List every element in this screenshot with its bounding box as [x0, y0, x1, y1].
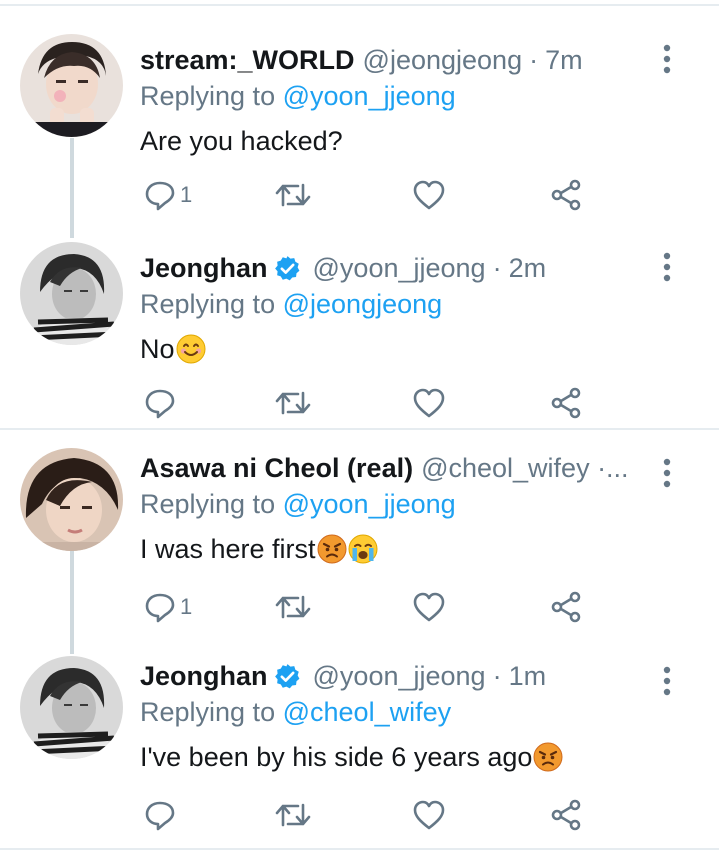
reply-button[interactable]	[144, 383, 180, 423]
share-icon	[551, 179, 581, 211]
retweet-icon	[275, 183, 311, 207]
reply-icon	[145, 389, 175, 419]
tweet[interactable]: Jeonghan @yoon_jjeong · 1m Replying to @…	[0, 650, 719, 858]
angry-face-emoji-icon	[533, 742, 563, 772]
reply-icon	[145, 181, 175, 211]
like-button[interactable]	[412, 175, 446, 215]
avatar[interactable]	[20, 656, 123, 759]
share-icon	[551, 387, 581, 419]
reply-button[interactable]: 1	[144, 175, 192, 215]
display-name[interactable]: Jeonghan	[140, 661, 268, 692]
user-handle[interactable]: @yoon_jjeong	[313, 661, 486, 692]
replying-to-label: Replying to	[140, 489, 276, 519]
mention-link[interactable]: @yoon_jjeong	[283, 489, 456, 519]
like-icon	[413, 388, 445, 418]
share-button[interactable]	[550, 587, 582, 627]
reply-count: 1	[180, 182, 193, 207]
tweet-text: I've been by his side 6 years ago	[140, 739, 655, 775]
replying-to: Replying to @yoon_jjeong	[140, 78, 655, 114]
like-icon	[413, 180, 445, 210]
tweet-header: Jeonghan @yoon_jjeong · 1m	[140, 658, 655, 694]
avatar[interactable]	[20, 34, 123, 137]
retweet-icon	[275, 803, 311, 827]
user-handle[interactable]: @jeongjeong	[363, 45, 523, 76]
like-icon	[413, 592, 445, 622]
share-icon	[551, 799, 581, 831]
retweet-button[interactable]	[274, 175, 312, 215]
replying-to-label: Replying to	[140, 697, 276, 727]
share-button[interactable]	[550, 795, 582, 835]
tweet-header: stream:_WORLD @jeongjeong · 7m	[140, 42, 655, 78]
tweet-text: I was here first	[140, 531, 655, 567]
like-icon	[413, 800, 445, 830]
separator-dot: ·	[492, 252, 502, 283]
separator-dot: ·	[529, 44, 539, 75]
replying-to: Replying to @jeongjeong	[140, 286, 655, 322]
more-icon[interactable]	[655, 252, 679, 282]
retweet-icon	[275, 595, 311, 619]
tweet-text: Are you hacked?	[140, 123, 655, 159]
replying-to-label: Replying to	[140, 289, 276, 319]
angry-face-emoji-icon	[317, 534, 347, 564]
tweet-header: Asawa ni Cheol (real) @cheol_wifey ·...	[140, 450, 655, 486]
retweet-icon	[275, 391, 311, 415]
like-button[interactable]	[412, 383, 446, 423]
bottom-divider	[0, 848, 719, 850]
timestamp[interactable]: 1m	[509, 661, 547, 692]
mention-link[interactable]: @jeongjeong	[283, 289, 443, 319]
verified-badge-icon	[274, 663, 299, 688]
tweet-body: I was here first	[140, 534, 316, 564]
timestamp[interactable]: 7m	[545, 45, 583, 76]
tweet-body: No	[140, 334, 175, 364]
display-name[interactable]: Jeonghan	[140, 253, 268, 284]
tweet[interactable]: Asawa ni Cheol (real) @cheol_wifey ·... …	[0, 442, 719, 650]
retweet-button[interactable]	[274, 383, 312, 423]
tweet-text: No	[140, 331, 655, 367]
more-icon[interactable]	[655, 458, 679, 488]
reply-count: 1	[180, 594, 193, 619]
thread-1: stream:_WORLD @jeongjeong · 7m Replying …	[0, 6, 719, 428]
replying-to-label: Replying to	[140, 81, 276, 111]
avatar[interactable]	[20, 242, 123, 345]
separator-dot: ·	[492, 660, 502, 691]
display-name[interactable]: Asawa ni Cheol (real)	[140, 453, 413, 484]
display-name[interactable]: stream:_WORLD	[140, 45, 355, 76]
verified-badge-icon	[274, 255, 299, 280]
tweet-header: Jeonghan @yoon_jjeong · 2m	[140, 250, 655, 286]
share-button[interactable]	[550, 175, 582, 215]
tweet[interactable]: Jeonghan @yoon_jjeong · 2m Replying to @…	[0, 238, 719, 446]
user-handle[interactable]: @cheol_wifey ·...	[421, 453, 628, 484]
tweet-body: I've been by his side 6 years ago	[140, 742, 533, 772]
thread-2: Asawa ni Cheol (real) @cheol_wifey ·... …	[0, 430, 719, 848]
smiling-face-emoji-icon	[176, 334, 206, 364]
avatar[interactable]	[20, 448, 123, 551]
retweet-button[interactable]	[274, 795, 312, 835]
retweet-button[interactable]	[274, 587, 312, 627]
more-icon[interactable]	[655, 44, 679, 74]
mention-link[interactable]: @cheol_wifey	[283, 697, 452, 727]
crying-face-emoji-icon	[348, 534, 378, 564]
share-button[interactable]	[550, 383, 582, 423]
share-icon	[551, 591, 581, 623]
reply-icon	[145, 593, 175, 623]
replying-to: Replying to @cheol_wifey	[140, 694, 655, 730]
reply-icon	[145, 801, 175, 831]
more-icon[interactable]	[655, 666, 679, 696]
like-button[interactable]	[412, 587, 446, 627]
tweet[interactable]: stream:_WORLD @jeongjeong · 7m Replying …	[0, 30, 719, 238]
reply-button[interactable]	[144, 795, 180, 835]
mention-link[interactable]: @yoon_jjeong	[283, 81, 456, 111]
user-handle[interactable]: @yoon_jjeong	[313, 253, 486, 284]
like-button[interactable]	[412, 795, 446, 835]
timestamp[interactable]: 2m	[509, 253, 547, 284]
reply-button[interactable]: 1	[144, 587, 192, 627]
tweet-body: Are you hacked?	[140, 126, 343, 156]
replying-to: Replying to @yoon_jjeong	[140, 486, 655, 522]
